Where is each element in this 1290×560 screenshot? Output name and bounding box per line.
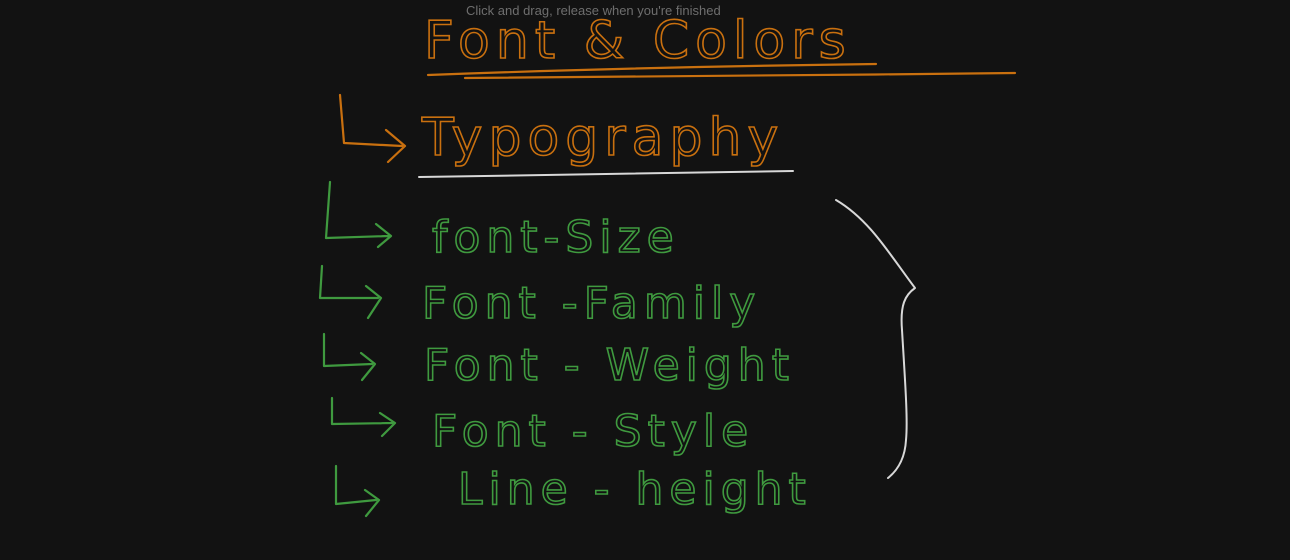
property-font-family: Font -Family (422, 278, 761, 329)
arrow-icon-4 (330, 396, 397, 438)
arrow-icon-3 (322, 332, 377, 382)
subheading-text: Typography (421, 108, 784, 168)
arrow-icon-2 (318, 264, 383, 320)
property-font-size: font-Size (432, 212, 680, 263)
subheading-underline (418, 170, 794, 178)
title-text: Font & Colors (424, 11, 852, 71)
arrow-icon-1 (324, 180, 393, 249)
drawing-canvas[interactable]: Font & Colors Typography font-Size Font … (0, 0, 1290, 560)
property-line-height: Line - height (458, 464, 812, 515)
arrow-icon-5 (334, 464, 381, 518)
title-underline-2 (463, 71, 1017, 80)
instruction-hint: Click and drag, release when you're fini… (466, 3, 721, 18)
arrow-icon-typography (338, 93, 407, 164)
property-font-weight: Font - Weight (424, 340, 795, 391)
property-font-style: Font - Style (432, 406, 754, 457)
ink-layer: Font & Colors Typography font-Size Font … (318, 10, 1017, 518)
curly-brace-icon (835, 199, 916, 479)
